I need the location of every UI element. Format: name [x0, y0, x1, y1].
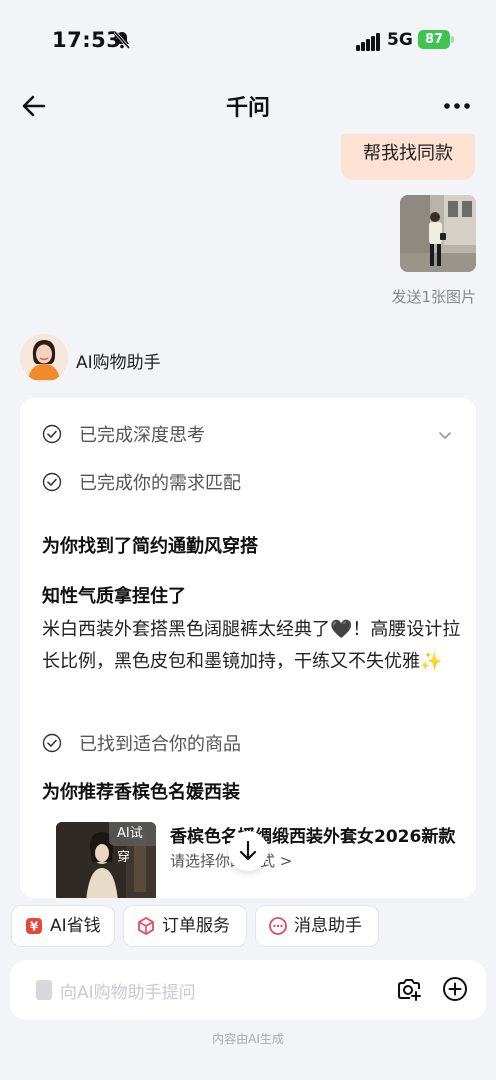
chip-label: 订单服务	[162, 916, 230, 936]
status-time: 17:53	[52, 28, 122, 52]
answer-heading: 为你找到了简约通勤风穿搭	[42, 536, 258, 557]
ai-generated-notice: 内容由AI生成	[212, 1032, 284, 1046]
status-bar: 17:53 5G 87	[0, 0, 496, 78]
page-title: 千问	[225, 96, 270, 121]
chat-input-placeholder[interactable]: 向AI购物助手提问	[60, 978, 196, 1003]
savings-icon: ¥	[26, 918, 42, 934]
chevron-down-icon[interactable]	[436, 426, 454, 444]
product-image[interactable]: AI试穿	[56, 822, 156, 898]
check-circle-icon	[42, 472, 62, 492]
nav-bar: 千问	[0, 78, 496, 134]
recommend-heading: 为你推荐香槟色名媛西装	[42, 782, 240, 803]
chip-label: AI省钱	[50, 916, 101, 936]
scroll-to-bottom-button[interactable]	[228, 831, 268, 871]
order-box-icon	[138, 917, 154, 935]
chip-order-service[interactable]: 订单服务	[123, 905, 247, 947]
sent-caption: 发送1张图片	[391, 288, 476, 306]
chip-label: 消息助手	[294, 916, 362, 936]
chip-ai-savings[interactable]: ¥ AI省钱	[11, 905, 115, 947]
camera-add-icon[interactable]	[396, 976, 422, 1002]
chip-message-assistant[interactable]: 消息助手	[255, 905, 379, 947]
svg-text:¥: ¥	[30, 920, 39, 934]
more-dots-icon[interactable]	[442, 92, 472, 120]
signal-icon	[356, 32, 381, 51]
plus-circle-icon[interactable]	[442, 976, 468, 1002]
text-cursor	[36, 980, 52, 1000]
battery-icon: 87	[418, 30, 450, 49]
answer-subheading: 知性气质拿捏住了	[42, 586, 186, 607]
user-uploaded-photo[interactable]	[400, 195, 476, 272]
network-label: 5G	[387, 30, 413, 50]
ai-tryon-badge[interactable]: AI试穿	[109, 822, 156, 865]
message-icon	[269, 917, 287, 935]
assistant-avatar	[20, 334, 68, 382]
quick-actions-bar: ¥ AI省钱 订单服务 消息助手	[0, 898, 496, 956]
product-title[interactable]: 香槟色名媛绸缎西装外套女2026新款	[170, 822, 470, 847]
user-message-bubble[interactable]: 帮我找同款	[341, 134, 475, 180]
answer-body-text: 米白西装外套搭黑色阔腿裤太经典了🖤！高腰设计拉长比例，黑色皮包和墨镜加持，干练又…	[42, 619, 461, 672]
check-circle-icon	[42, 424, 62, 444]
arrow-down-icon	[239, 840, 257, 861]
battery-tip	[451, 36, 454, 43]
bell-muted-icon	[113, 31, 131, 49]
step-label: 已找到适合你的商品	[79, 734, 241, 755]
step-label: 已完成你的需求匹配	[79, 473, 241, 494]
assistant-name: AI购物助手	[76, 353, 161, 373]
answer-card: 已完成深度思考 已完成你的需求匹配 为你找到了简约通勤风穿搭 知性气质拿捏住了 …	[20, 398, 476, 898]
step-label: 已完成深度思考	[79, 425, 205, 446]
check-circle-icon	[42, 733, 62, 753]
chat-input-bar[interactable]: 向AI购物助手提问	[10, 960, 486, 1020]
